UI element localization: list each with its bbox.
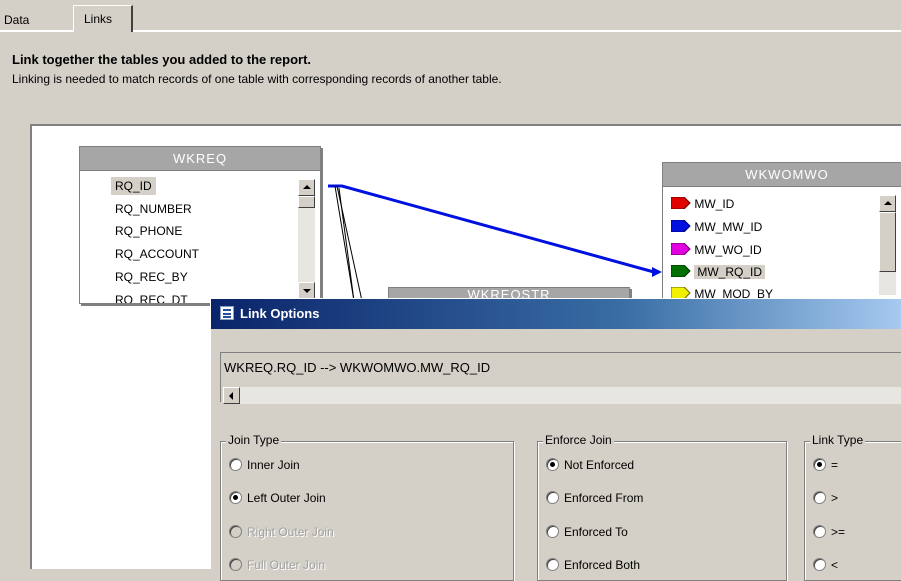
radio-button[interactable] xyxy=(546,525,559,538)
key-icon-magenta xyxy=(671,243,691,255)
enforce-join-label: Enforce Join xyxy=(543,433,614,447)
radio-label: Enforced To xyxy=(564,525,628,539)
field-mw-mod-by[interactable]: MW_MOD_BY xyxy=(671,285,773,298)
field-rq-number[interactable]: RQ_NUMBER xyxy=(115,200,192,218)
dialog-titlebar[interactable]: Link Options xyxy=(211,299,901,329)
table-wkreq[interactable]: WKREQ RQ_ID RQ_NUMBER RQ_PHONE RQ_ACCOUN… xyxy=(79,146,321,304)
radio-label: Full Outer Join xyxy=(247,558,326,572)
radio-label: > xyxy=(831,491,839,505)
scroll-thumb[interactable] xyxy=(879,212,896,272)
link-type-group: Link Type = > >= < xyxy=(804,433,901,581)
field-mw-mw-id[interactable]: MW_MW_ID xyxy=(671,218,762,236)
radio-button[interactable] xyxy=(813,491,826,504)
key-icon-yellow xyxy=(671,287,691,298)
key-icon-green xyxy=(671,265,691,277)
field-mw-wo-id[interactable]: MW_WO_ID xyxy=(671,241,762,259)
link-line-wkreq-wkreqstr-3 xyxy=(338,187,355,302)
page-subheading: Linking is needed to match records of on… xyxy=(12,72,502,86)
radio-button[interactable] xyxy=(546,491,559,504)
tab-links[interactable]: Links xyxy=(73,5,133,32)
dialog-window-icon xyxy=(220,306,234,320)
table-wkwomwo-title[interactable]: WKWOMWO xyxy=(663,163,901,187)
join-type-label: Join Type xyxy=(226,433,282,447)
scroll-up-button[interactable] xyxy=(879,195,896,212)
radio-button[interactable] xyxy=(546,458,559,471)
link-line-wkreq-wkwomwo xyxy=(328,184,655,274)
join-type-group: Join Type Inner Join Left Outer Join Rig… xyxy=(220,433,514,581)
field-mw-rq-id[interactable]: MW_RQ_ID xyxy=(671,263,766,281)
radio-button[interactable] xyxy=(229,491,242,504)
field-label: MW_WO_ID xyxy=(694,243,762,257)
scroll-up-button[interactable] xyxy=(298,179,315,196)
field-rq-phone[interactable]: RQ_PHONE xyxy=(115,222,182,240)
link-line-wkreq-wkreqstr-1 xyxy=(334,185,355,302)
radio-button[interactable] xyxy=(813,558,826,571)
link-type-label: Link Type xyxy=(810,433,866,447)
radio-label: Left Outer Join xyxy=(247,491,326,505)
chevron-up-icon xyxy=(303,185,311,189)
radio-button xyxy=(229,558,242,571)
radio-label: Not Enforced xyxy=(564,458,635,472)
page-heading: Link together the tables you added to th… xyxy=(12,52,312,67)
radio-label: Right Outer Join xyxy=(247,525,334,539)
enforce-join-group: Enforce Join Not Enforced Enforced From … xyxy=(537,433,787,581)
chevron-left-icon xyxy=(229,392,233,400)
scroll-left-button[interactable] xyxy=(223,387,240,404)
radio-label: Enforced Both xyxy=(564,558,641,572)
chevron-down-icon xyxy=(303,289,311,293)
link-expression: WKREQ.RQ_ID --> WKWOMWO.MW_RQ_ID xyxy=(224,360,491,375)
scroll-down-button[interactable] xyxy=(298,282,315,299)
radio-button[interactable] xyxy=(813,458,826,471)
link-arrowhead xyxy=(652,267,662,277)
radio-label: < xyxy=(831,558,839,572)
link-expression-box: WKREQ.RQ_ID --> WKWOMWO.MW_RQ_ID xyxy=(220,352,901,404)
tab-data[interactable]: Data xyxy=(0,11,35,31)
radio-button xyxy=(229,525,242,538)
tab-links-label: Links xyxy=(84,12,113,26)
field-label: MW_RQ_ID xyxy=(694,265,766,279)
radio-label: = xyxy=(831,458,839,472)
key-icon-red xyxy=(671,197,691,209)
field-rq-rec-by[interactable]: RQ_REC_BY xyxy=(115,268,188,286)
field-rq-account[interactable]: RQ_ACCOUNT xyxy=(115,245,199,263)
wkreq-scrollbar[interactable] xyxy=(298,179,315,299)
tab-divider xyxy=(0,30,901,32)
field-rq-rec-dt[interactable]: RQ_REC_DT xyxy=(115,289,188,303)
field-label: MW_MOD_BY xyxy=(694,287,774,298)
dialog-title: Link Options xyxy=(240,306,320,321)
field-label: MW_ID xyxy=(694,197,735,211)
radio-button[interactable] xyxy=(229,458,242,471)
tab-strip: Data Links xyxy=(0,0,901,32)
table-wkreq-title[interactable]: WKREQ xyxy=(80,147,320,171)
link-expression-scrollbar[interactable] xyxy=(223,387,901,404)
key-icon-blue xyxy=(671,220,691,232)
field-label: MW_MW_ID xyxy=(694,220,763,234)
radio-label: >= xyxy=(831,525,846,539)
radio-label: Inner Join xyxy=(247,458,300,472)
wkwomwo-scrollbar[interactable] xyxy=(879,195,896,295)
scroll-thumb[interactable] xyxy=(298,196,315,208)
field-rq-id[interactable]: RQ_ID xyxy=(111,177,156,195)
chevron-up-icon xyxy=(884,201,892,205)
radio-label: Enforced From xyxy=(564,491,644,505)
radio-button[interactable] xyxy=(813,525,826,538)
radio-button[interactable] xyxy=(546,558,559,571)
field-mw-id[interactable]: MW_ID xyxy=(671,195,734,213)
